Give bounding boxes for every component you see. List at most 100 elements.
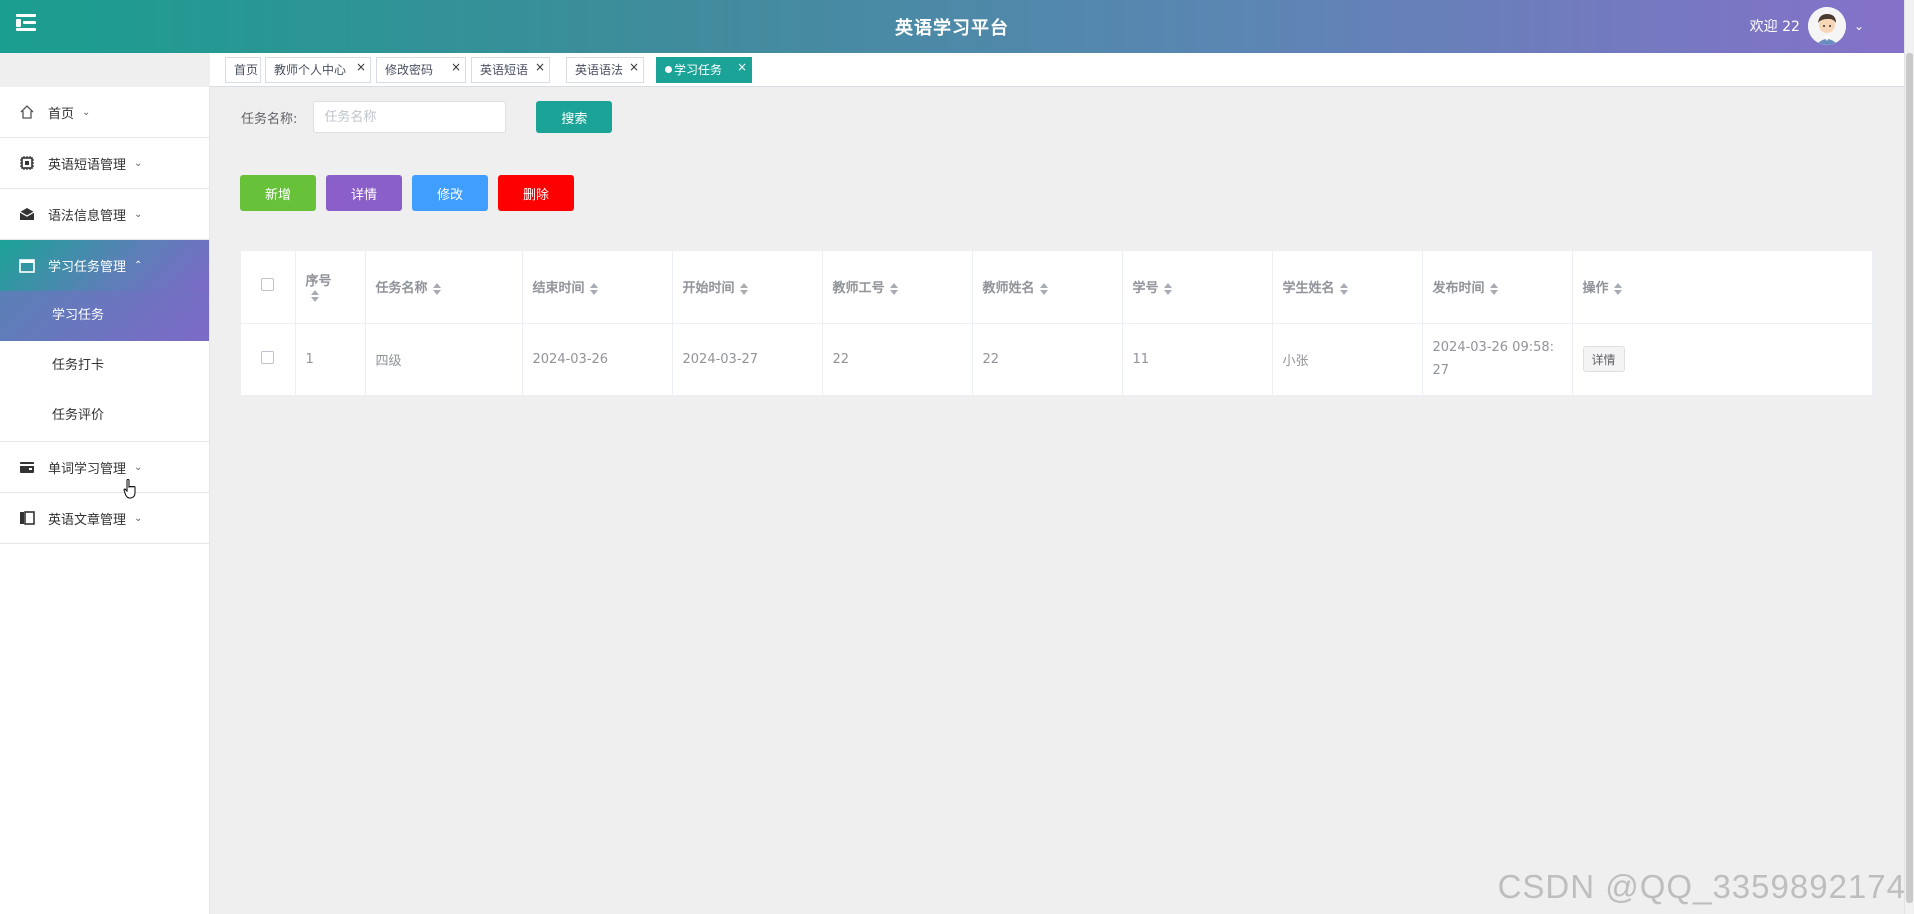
sort-icon[interactable] xyxy=(1613,282,1623,295)
sort-icon[interactable] xyxy=(739,282,749,295)
cell-student-id: 11 xyxy=(1122,323,1273,396)
column-header-index[interactable]: 序号 xyxy=(295,251,366,324)
tab-grammar[interactable]: 英语语法 × xyxy=(566,57,644,83)
sort-icon[interactable] xyxy=(1339,282,1349,295)
column-label: 教师姓名 xyxy=(982,281,1035,297)
cell-teacher-id: 22 xyxy=(822,323,973,396)
sidebar-item-label: 英语文章管理 xyxy=(48,512,127,528)
submenu-item-task-checkin[interactable]: 任务打卡 xyxy=(0,341,209,391)
hand-cursor-icon xyxy=(123,479,136,499)
chevron-down-icon: ⌄ xyxy=(134,208,143,220)
detail-button[interactable]: 详情 xyxy=(326,175,402,211)
edit-button[interactable]: 修改 xyxy=(412,175,488,211)
sidebar-item-articles[interactable]: 英语文章管理 ⌄ xyxy=(0,493,209,544)
wallet-icon xyxy=(18,458,36,476)
tab-change-password[interactable]: 修改密码 × xyxy=(376,57,466,83)
sort-icon[interactable] xyxy=(1489,282,1499,295)
close-icon[interactable]: × xyxy=(451,55,461,79)
chevron-up-icon: ⌃ xyxy=(134,260,143,271)
app-title: 英语学习平台 xyxy=(895,18,1009,39)
column-header-teacher-id[interactable]: 教师工号 xyxy=(822,251,973,324)
cell-actions: 详情 xyxy=(1572,323,1873,396)
column-header-start-time[interactable]: 开始时间 xyxy=(672,251,823,324)
sidebar-item-home[interactable]: 首页 ⌄ xyxy=(0,87,209,138)
row-detail-button[interactable]: 详情 xyxy=(1582,346,1625,372)
avatar[interactable] xyxy=(1807,7,1846,45)
task-table: 序号 任务名称 结束时间 开始时间 教师工号 教师姓名 学号 学生姓名 发布时间… xyxy=(241,251,1873,396)
tab-teacher-center[interactable]: 教师个人中心 × xyxy=(265,57,371,83)
sidebar-item-study-task-mgmt[interactable]: 学习任务管理 ⌃ xyxy=(0,240,209,291)
envelope-icon xyxy=(18,205,36,223)
watermark: CSDN @QQ_3359892174 xyxy=(1497,868,1906,905)
cell-index: 1 xyxy=(295,323,366,396)
user-menu[interactable]: 欢迎 22 ⌄ xyxy=(1750,7,1864,45)
column-header-student-name[interactable]: 学生姓名 xyxy=(1272,251,1423,324)
close-icon[interactable]: × xyxy=(356,55,366,79)
column-label: 发布时间 xyxy=(1432,281,1485,297)
main-content: 任务名称: 搜索 新增 详情 修改 删除 序号 任务名称 结束时间 开始时间 教… xyxy=(211,87,1904,914)
column-header-task-name[interactable]: 任务名称 xyxy=(365,251,523,324)
sidebar-item-label: 首页 xyxy=(48,106,75,122)
sidebar-item-label: 单词学习管理 xyxy=(48,461,127,477)
scrollbar-thumb[interactable] xyxy=(1906,53,1913,903)
task-name-search-input[interactable] xyxy=(313,101,507,133)
close-icon[interactable]: × xyxy=(535,55,545,79)
sort-icon[interactable] xyxy=(889,282,899,295)
sidebar: 首页 ⌄ 英语短语管理 ⌄ 语法信息管理 ⌄ 学习任务管理 ⌃ 学习任务 任务打… xyxy=(0,87,210,914)
table-row[interactable]: 1 四级 2024-03-26 2024-03-27 22 22 11 小张 2… xyxy=(241,323,1873,396)
sort-icon[interactable] xyxy=(310,290,320,303)
chip-icon xyxy=(18,154,36,172)
column-label: 学号 xyxy=(1132,281,1159,297)
sidebar-item-label: 学习任务管理 xyxy=(48,260,127,275)
tab-label: 学习任务 xyxy=(674,63,723,77)
close-icon[interactable]: × xyxy=(737,55,747,79)
column-header-teacher-name[interactable]: 教师姓名 xyxy=(972,251,1123,324)
column-header-publish-time[interactable]: 发布时间 xyxy=(1422,251,1573,324)
cell-end-time: 2024-03-26 xyxy=(522,323,673,396)
chevron-down-icon: ⌄ xyxy=(82,106,91,118)
sort-icon[interactable] xyxy=(589,282,599,295)
active-dot-icon xyxy=(665,66,672,73)
sidebar-item-phrases[interactable]: 英语短语管理 ⌄ xyxy=(0,138,209,189)
tab-label: 英语语法 xyxy=(575,63,624,77)
column-label: 开始时间 xyxy=(682,281,735,297)
submenu-item-task-review[interactable]: 任务评价 xyxy=(0,391,209,441)
column-label: 任务名称 xyxy=(375,281,428,297)
submenu-study-task: 学习任务 任务打卡 任务评价 xyxy=(0,291,209,442)
cell-task-name: 四级 xyxy=(365,323,523,396)
cell-start-time: 2024-03-27 xyxy=(672,323,823,396)
search-button[interactable]: 搜索 xyxy=(536,101,613,133)
sort-icon[interactable] xyxy=(1039,282,1049,295)
cell-publish-time: 2024-03-26 09:58:27 xyxy=(1422,323,1573,396)
close-icon[interactable]: × xyxy=(629,55,639,79)
search-label: 任务名称: xyxy=(241,111,298,127)
submenu-item-study-task[interactable]: 学习任务 xyxy=(0,291,209,341)
tab-label: 教师个人中心 xyxy=(274,63,347,77)
delete-button[interactable]: 删除 xyxy=(498,175,574,211)
row-checkbox[interactable] xyxy=(261,350,275,364)
column-header-end-time[interactable]: 结束时间 xyxy=(522,251,673,324)
sort-icon[interactable] xyxy=(1163,282,1173,295)
column-header-actions[interactable]: 操作 xyxy=(1572,251,1873,324)
tab-label: 修改密码 xyxy=(385,63,434,77)
cell-student-name: 小张 xyxy=(1272,323,1423,396)
sidebar-item-label: 英语短语管理 xyxy=(48,157,127,173)
select-all-checkbox[interactable] xyxy=(261,278,275,292)
tab-phrases[interactable]: 英语短语 × xyxy=(471,57,550,83)
page-scrollbar[interactable] xyxy=(1904,0,1914,914)
column-label: 教师工号 xyxy=(832,281,885,297)
row-select-cell xyxy=(241,323,296,396)
tab-home[interactable]: 首页 xyxy=(225,57,261,83)
sidebar-item-label: 语法信息管理 xyxy=(48,208,127,224)
column-header-student-id[interactable]: 学号 xyxy=(1122,251,1273,324)
chevron-down-icon: ⌄ xyxy=(134,157,143,169)
table-header-row: 序号 任务名称 结束时间 开始时间 教师工号 教师姓名 学号 学生姓名 发布时间… xyxy=(241,251,1873,324)
sidebar-item-words[interactable]: 单词学习管理 ⌄ xyxy=(0,442,209,493)
sidebar-item-grammar[interactable]: 语法信息管理 ⌄ xyxy=(0,189,209,240)
sort-icon[interactable] xyxy=(432,282,442,295)
chevron-down-icon[interactable]: ⌄ xyxy=(1854,19,1864,33)
top-bar: 英语学习平台 欢迎 22 ⌄ xyxy=(0,0,1904,53)
tab-study-task[interactable]: 学习任务 × xyxy=(656,57,752,83)
welcome-text: 欢迎 22 xyxy=(1749,19,1800,35)
add-button[interactable]: 新增 xyxy=(240,175,316,211)
